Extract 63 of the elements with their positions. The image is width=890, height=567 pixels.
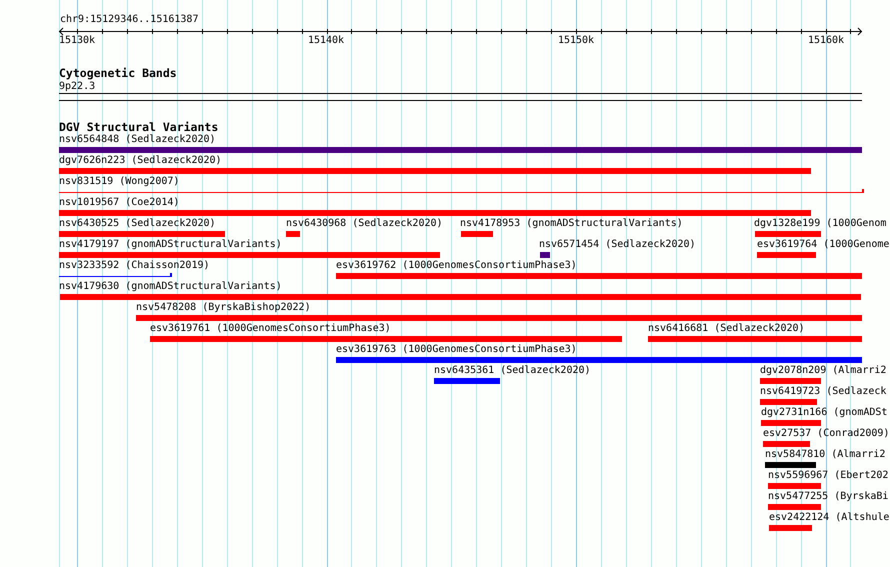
feature-label[interactable]: esv3619764 (1000Genome [757, 239, 890, 251]
feature-label[interactable]: nsv5478208 (ByrskaBishop2022) [136, 302, 311, 314]
feature-bar[interactable] [768, 504, 821, 510]
feature-label[interactable]: nsv4179197 (gnomADStructuralVariants) [59, 239, 282, 251]
feature-label[interactable]: dgv1328e199 (1000Genom [754, 218, 886, 230]
feature-label[interactable]: esv3619762 (1000GenomesConsortiumPhase3) [336, 260, 577, 272]
feature-bar[interactable] [336, 357, 862, 363]
feature-bar[interactable] [59, 231, 225, 237]
feature-label[interactable]: nsv6430525 (Sedlazeck2020) [59, 218, 216, 230]
feature-label[interactable]: esv3619763 (1000GenomesConsortiumPhase3) [336, 344, 577, 356]
track-title: Cytogenetic Bands [59, 67, 177, 80]
feature-bar[interactable] [59, 210, 811, 216]
feature-bar[interactable] [150, 336, 622, 342]
feature-bar[interactable] [760, 378, 821, 384]
feature-label[interactable]: nsv3233592 (Chaisson2019) [59, 260, 210, 272]
feature-label[interactable]: nsv6571454 (Sedlazeck2020) [539, 239, 696, 251]
feature-bar[interactable] [60, 294, 861, 300]
feature-bar[interactable] [136, 315, 862, 321]
feature-label[interactable]: dgv2078n209 (Almarri2 [760, 365, 886, 377]
track-title: DGV Structural Variants [59, 121, 218, 134]
feature-bar[interactable] [59, 168, 811, 174]
feature-bar[interactable] [59, 147, 862, 153]
feature-line[interactable] [59, 273, 172, 277]
band-label[interactable]: 9p22.3 [59, 81, 96, 93]
feature-bar[interactable] [769, 525, 812, 531]
feature-label[interactable]: nsv6416681 (Sedlazeck2020) [648, 323, 805, 335]
feature-bar[interactable] [768, 483, 821, 489]
feature-label[interactable]: nsv6435361 (Sedlazeck2020) [434, 365, 591, 377]
feature-label[interactable]: esv3619761 (1000GenomesConsortiumPhase3) [150, 323, 391, 335]
feature-label[interactable]: nsv6419723 (Sedlazeck [760, 386, 886, 398]
feature-label[interactable]: nsv1019567 (Coe2014) [59, 197, 180, 209]
feature-bar[interactable] [757, 252, 816, 258]
feature-bar[interactable] [755, 231, 821, 237]
feature-bar[interactable] [765, 462, 816, 468]
feature-label[interactable]: nsv6430968 (Sedlazeck2020) [286, 218, 443, 230]
tick-label: 15130k [58, 35, 96, 47]
feature-bar[interactable] [286, 231, 300, 237]
tick-label: 15140k [306, 35, 346, 47]
feature-bar[interactable] [336, 273, 862, 279]
feature-bar[interactable] [760, 399, 817, 405]
cytoband[interactable] [59, 93, 862, 101]
feature-label[interactable]: nsv5477255 (ByrskaBi [768, 491, 888, 503]
feature-label[interactable]: esv2422124 (Altshule [769, 512, 890, 524]
tick-label: 15160k [806, 35, 846, 47]
feature-bar[interactable] [761, 420, 821, 426]
tick-label: 15150k [556, 35, 596, 47]
location-label: chr9:15129346..15161387 [60, 14, 198, 26]
feature-label[interactable]: nsv4178953 (gnomADStructuralVariants) [460, 218, 683, 230]
feature-bar[interactable] [540, 252, 550, 258]
feature-bar[interactable] [461, 231, 493, 237]
feature-line[interactable] [59, 189, 864, 193]
feature-label[interactable]: dgv2731n166 (gnomADSt [761, 407, 888, 419]
feature-bar[interactable] [59, 252, 440, 258]
feature-bar[interactable] [648, 336, 862, 342]
feature-bar[interactable] [763, 441, 810, 447]
feature-label[interactable]: dgv7626n223 (Sedlazeck2020) [59, 155, 222, 167]
feature-label[interactable]: nsv4179630 (gnomADStructuralVariants) [59, 281, 282, 293]
feature-label[interactable]: nsv5596967 (Ebert202 [768, 470, 888, 482]
feature-label[interactable]: nsv5847810 (Almarri2 [765, 449, 886, 461]
feature-label[interactable]: esv27537 (Conrad2009) [763, 428, 890, 440]
feature-bar[interactable] [434, 378, 500, 384]
feature-label[interactable]: nsv831519 (Wong2007) [59, 176, 180, 188]
feature-label[interactable]: nsv6564848 (Sedlazeck2020) [59, 134, 216, 146]
